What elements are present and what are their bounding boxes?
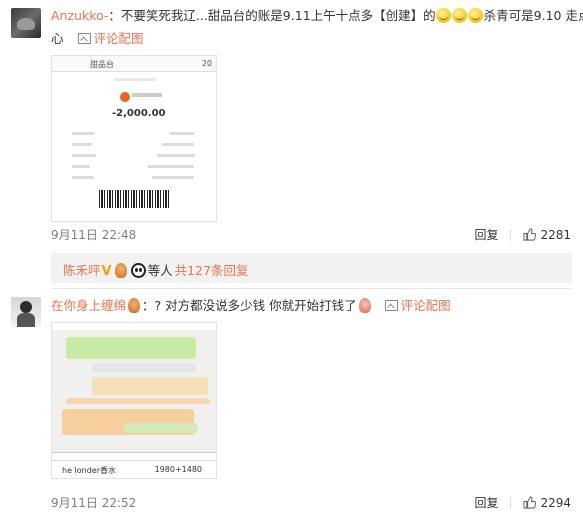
receipt-header: 甜品台 20 — [52, 56, 216, 72]
timestamp: 9月11日 22:52 — [51, 496, 137, 510]
reply-button[interactable]: 回复 — [474, 228, 498, 242]
chat-footer: he londer香水 1980+1480 — [52, 460, 216, 478]
chat-screenshot-image[interactable]: he londer香水 1980+1480 — [51, 322, 217, 479]
receipt-line — [162, 143, 194, 146]
picture-icon — [384, 300, 398, 311]
receipt-line — [72, 165, 90, 168]
like-count: 2281 — [540, 228, 571, 242]
receipt-line — [157, 154, 195, 157]
user-avatar[interactable] — [11, 8, 41, 38]
thumbs-up-icon[interactable] — [523, 228, 537, 241]
chat-bubble — [92, 363, 196, 372]
receipt-line — [72, 176, 94, 179]
laugh-emoji-icon — [436, 8, 452, 23]
receipt-amount: -2,000.00 — [112, 108, 166, 119]
comment-divider — [51, 288, 572, 289]
reply-button[interactable]: 回复 — [474, 496, 498, 510]
laugh-emoji-icon — [452, 8, 468, 23]
comment-text: Anzukko-：不要笑死我辽...甜品台的账是9.11上午十点多【创建】的 杀青… — [51, 8, 583, 23]
member-badge-icon — [114, 263, 127, 278]
username-link[interactable]: Anzukko- — [51, 8, 108, 23]
comment-text: 在你身上缠绵：? 对方都没说多少钱 你就开始打钱了 评论配图 — [51, 298, 451, 313]
emoji-icon — [358, 298, 371, 313]
chat-bubble — [92, 377, 208, 395]
comment-text-line2: 心 评论配图 — [51, 31, 144, 46]
divider — [52, 452, 216, 460]
verified-badge: V — [101, 264, 112, 279]
receipt-image[interactable]: 甜品台 20 -2,000.00 — [51, 55, 217, 222]
chat-header-bar — [52, 323, 216, 330]
receipt-line — [132, 93, 162, 97]
replies-summary[interactable]: 陈禾呯V 等人 共127条回复 — [51, 253, 572, 283]
thumbs-up-icon[interactable] — [523, 496, 537, 509]
username-link[interactable]: 在你身上缠绵 — [51, 298, 126, 313]
receipt-line — [72, 132, 94, 135]
chat-bubble — [124, 423, 198, 433]
chat-bubble — [66, 398, 210, 404]
view-image-link[interactable]: 评论配图 — [77, 31, 144, 46]
timestamp: 9月11日 22:48 — [51, 228, 137, 242]
comment-actions: 回复 2294 — [474, 494, 571, 511]
picture-icon — [77, 33, 91, 44]
receipt-line — [72, 154, 96, 157]
receipt-line — [148, 165, 194, 168]
receipt-line — [152, 176, 194, 179]
merchant-logo-icon — [120, 92, 130, 102]
barcode — [99, 190, 169, 208]
view-image-link[interactable]: 评论配图 — [384, 298, 451, 313]
laugh-emoji-icon — [468, 8, 484, 23]
member-badge-icon — [128, 298, 141, 313]
comment-actions: 回复 2281 — [474, 226, 571, 243]
divider — [510, 497, 512, 509]
receipt-line — [170, 132, 194, 135]
panda-badge-icon — [130, 263, 146, 278]
divider — [510, 229, 512, 241]
reply-user-link[interactable]: 陈禾呯 — [63, 263, 101, 278]
chat-bubble — [66, 337, 196, 359]
user-avatar[interactable] — [11, 297, 41, 327]
view-all-replies-link[interactable]: 共127条回复 — [175, 263, 249, 278]
receipt-line — [72, 143, 92, 146]
receipt-line — [114, 78, 156, 81]
like-count: 2294 — [540, 496, 571, 510]
